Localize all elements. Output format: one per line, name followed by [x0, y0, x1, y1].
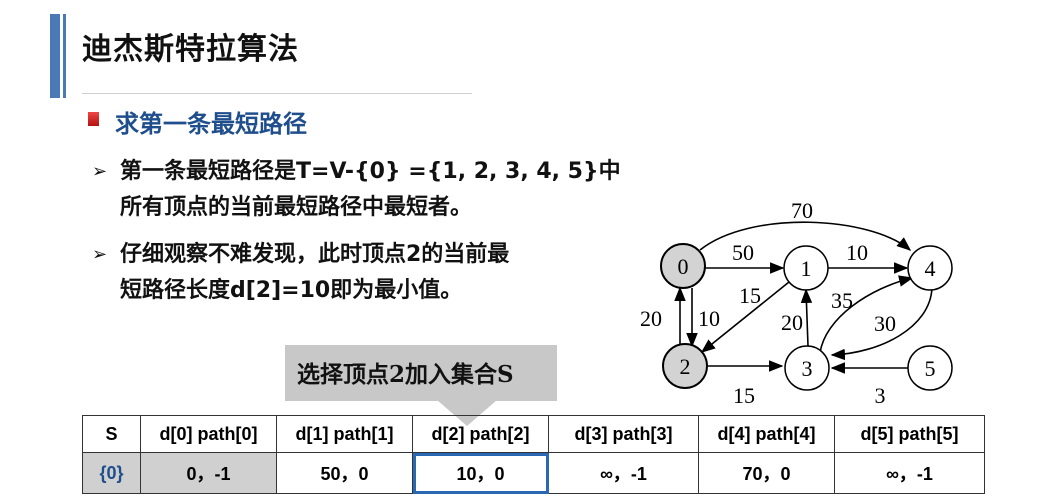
svg-text:2: 2 — [680, 354, 691, 379]
cell-d2-highlighted: 10，0 — [412, 452, 549, 494]
graph-node-3: 3 — [784, 345, 830, 391]
header-d3: d[3] path[3] — [548, 415, 699, 453]
header-s: S — [82, 415, 141, 453]
graph-node-2: 2 — [662, 343, 708, 389]
edge-weight-4-3: 30 — [874, 311, 896, 336]
svg-text:0: 0 — [678, 254, 689, 279]
svg-text:4: 4 — [925, 256, 936, 281]
callout-text: 选择顶点2加入集合S — [297, 361, 514, 388]
edge-weight-1-4: 10 — [846, 240, 868, 265]
cell-d5: ∞，-1 — [834, 452, 985, 494]
edge-weight-0-1: 50 — [732, 240, 754, 265]
cell-d0: 0，-1 — [140, 452, 277, 494]
section-subtitle: 求第一条最短路径 — [115, 110, 307, 138]
graph-node-1: 1 — [783, 245, 829, 291]
graph-node-4: 4 — [907, 245, 953, 291]
edge-weight-0-4: 70 — [791, 198, 813, 223]
header-d0: d[0] path[0] — [140, 415, 277, 453]
header-d5: d[5] path[5] — [834, 415, 985, 453]
edge-weight-0-2: 10 — [698, 306, 720, 331]
edge-weight-2-0: 20 — [640, 306, 662, 331]
svg-text:5: 5 — [925, 356, 936, 381]
arrow-bullet-icon: ➢ — [92, 244, 108, 265]
edge-weight-2-3: 15 — [733, 383, 755, 408]
bullet-1-line-2: 所有顶点的当前最短路径中最短者。 — [120, 195, 473, 220]
graph-node-5: 5 — [907, 345, 953, 391]
distance-table: S d[0] path[0] d[1] path[1] d[2] path[2]… — [82, 415, 985, 494]
cell-d1: 50，0 — [276, 452, 413, 494]
bullet-1-line-1: 第一条最短路径是T=V-{0} ={1, 2, 3, 4, 5}中 — [120, 159, 621, 184]
svg-text:3: 3 — [802, 356, 813, 381]
title-accent-bar-thin — [63, 14, 66, 98]
bullet-2-line-2: 短路径长度d[2]=10即为最小值。 — [120, 278, 463, 303]
graph-diagram: 0 1 2 3 4 5 70 50 10 15 20 10 20 35 30 1… — [640, 198, 953, 408]
page-title: 迪杰斯特拉算法 — [82, 32, 299, 67]
table-row: {0} 0，-1 50，0 10，0 ∞，-1 70，0 ∞，-1 — [82, 452, 985, 494]
cell-d4: 70，0 — [698, 452, 835, 494]
svg-text:1: 1 — [801, 256, 812, 281]
title-divider — [82, 93, 472, 94]
edge-3-1 — [800, 288, 813, 347]
header-d2: d[2] path[2] — [412, 415, 549, 453]
edge-weight-1-2: 15 — [739, 283, 761, 308]
header-d1: d[1] path[1] — [276, 415, 413, 453]
title-accent-bar — [50, 14, 60, 98]
table-header-row: S d[0] path[0] d[1] path[1] d[2] path[2]… — [82, 415, 985, 453]
bullet-2-line-1: 仔细观察不难发现，此时顶点2的当前最 — [120, 242, 510, 267]
arrow-bullet-icon: ➢ — [92, 161, 108, 182]
edge-weight-3-4: 35 — [831, 288, 853, 313]
cell-d3: ∞，-1 — [548, 452, 699, 494]
graph-node-0: 0 — [660, 243, 706, 289]
edge-weight-5-3: 3 — [875, 383, 886, 408]
subtitle-bullet-icon — [88, 112, 99, 126]
cell-s: {0} — [82, 452, 141, 494]
edge-weight-3-1: 20 — [781, 310, 803, 335]
header-d4: d[4] path[4] — [698, 415, 835, 453]
